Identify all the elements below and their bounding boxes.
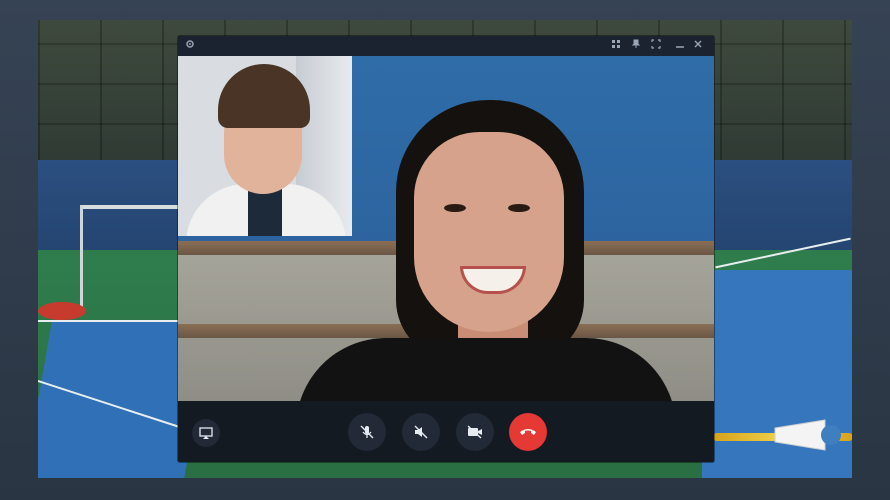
- camera-off-icon: [467, 425, 482, 439]
- net-post: [80, 205, 83, 310]
- microphone-off-icon: [360, 425, 374, 439]
- speaker-off-icon: [414, 425, 428, 439]
- screen-share-button[interactable]: [192, 419, 220, 447]
- mute-microphone-button[interactable]: [348, 413, 386, 451]
- shuttlecock-icon: [774, 419, 841, 451]
- badminton-net: [80, 205, 180, 209]
- grid-view-icon[interactable]: [610, 39, 622, 51]
- mute-speaker-button[interactable]: [402, 413, 440, 451]
- video-call-window: [178, 36, 714, 462]
- settings-icon[interactable]: [184, 39, 196, 51]
- pin-icon[interactable]: [630, 39, 642, 51]
- end-call-button[interactable]: [509, 413, 547, 451]
- close-icon[interactable]: [692, 39, 704, 51]
- caller-eye: [444, 204, 466, 212]
- caller-body: [296, 338, 676, 401]
- end-call-icon: [520, 429, 536, 435]
- red-bag: [38, 302, 86, 320]
- call-control-bar: [178, 401, 714, 462]
- screen-share-icon: [199, 427, 213, 439]
- caller-face: [414, 132, 564, 332]
- fullscreen-icon[interactable]: [650, 39, 662, 51]
- minimize-icon[interactable]: [674, 39, 686, 51]
- caller-eye: [508, 204, 530, 212]
- title-bar: [178, 36, 714, 56]
- self-view-pip[interactable]: [178, 56, 352, 236]
- camera-toggle-button[interactable]: [456, 413, 494, 451]
